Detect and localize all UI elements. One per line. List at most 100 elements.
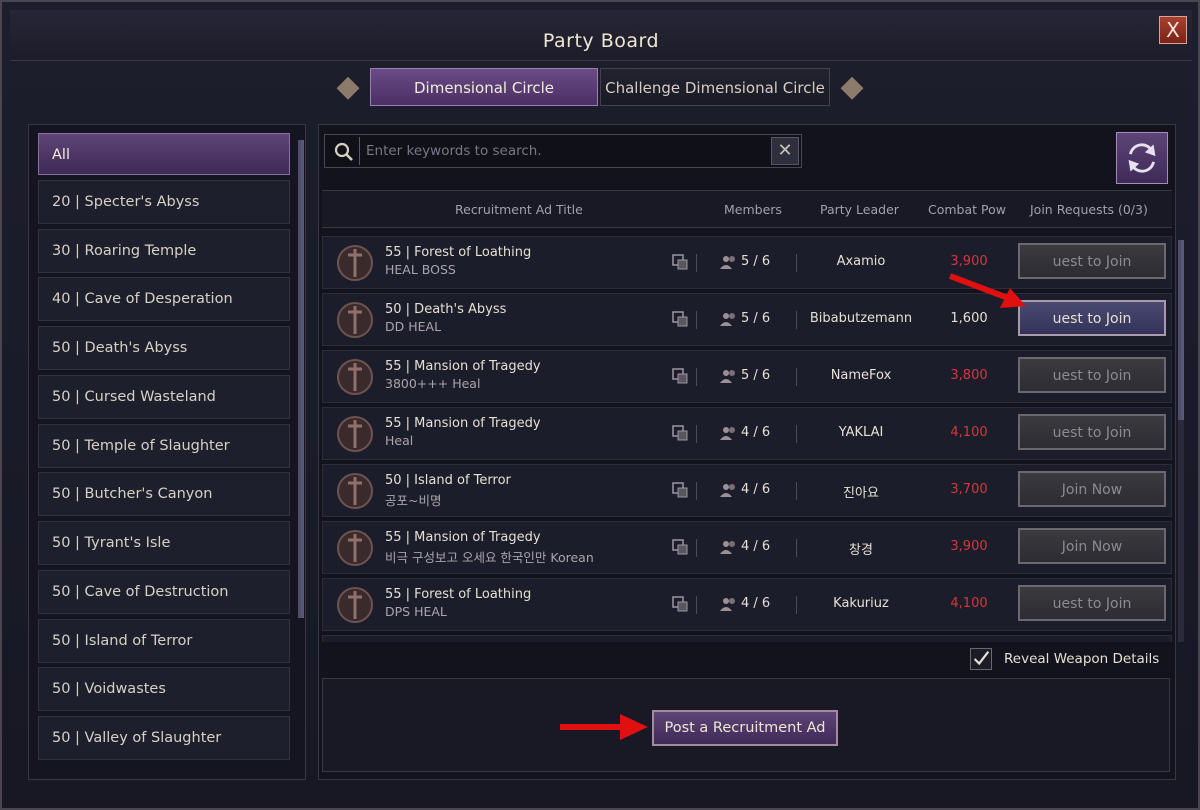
ad-subtitle: HEAL BOSS bbox=[385, 262, 456, 277]
request-to-join-button[interactable]: uest to Join bbox=[1018, 585, 1166, 621]
sidebar-item[interactable]: 50 | Cursed Wasteland bbox=[38, 375, 290, 419]
reveal-weapon-checkbox[interactable] bbox=[970, 648, 992, 670]
refresh-button[interactable] bbox=[1116, 132, 1168, 184]
party-leader-name: Axamio bbox=[836, 254, 886, 269]
divider bbox=[696, 425, 697, 443]
sidebar-item[interactable]: 50 | Voidwastes bbox=[38, 667, 290, 711]
ad-subtitle: 공포~비명 bbox=[385, 493, 442, 508]
ad-title: 50 | Death's Abyss bbox=[385, 302, 507, 317]
sidebar-item[interactable]: 30 | Roaring Temple bbox=[38, 229, 290, 273]
member-count: 4 / 6 bbox=[741, 596, 771, 611]
combat-power: 3,900 bbox=[950, 254, 988, 269]
table-row[interactable]: 55 | Forest of Loathing DPS HEAL 4 / 6 K… bbox=[322, 578, 1172, 631]
title-bar: Party Board bbox=[10, 10, 1192, 61]
ad-subtitle: 3800+++ Heal bbox=[385, 376, 481, 391]
join-now-button[interactable]: Join Now bbox=[1018, 528, 1166, 564]
divider bbox=[796, 596, 797, 614]
refresh-icon bbox=[1128, 143, 1156, 173]
clear-search-button[interactable]: ✕ bbox=[771, 137, 799, 165]
dungeon-emblem-icon bbox=[337, 416, 373, 452]
header-title: Recruitment Ad Title bbox=[455, 202, 583, 217]
member-count: 4 / 6 bbox=[741, 539, 771, 554]
weapon-details-icon[interactable] bbox=[672, 425, 688, 441]
tab-challenge-dimensional-circle[interactable]: Challenge Dimensional Circle bbox=[600, 68, 830, 106]
divider bbox=[696, 596, 697, 614]
weapon-details-icon[interactable] bbox=[672, 596, 688, 612]
sidebar-item[interactable]: 50 | Death's Abyss bbox=[38, 326, 290, 370]
annotation-arrow-icon bbox=[560, 714, 648, 740]
checkmark-icon bbox=[973, 651, 990, 666]
tab-dimensional-circle[interactable]: Dimensional Circle bbox=[370, 68, 598, 106]
sidebar-item[interactable]: 50 | Tyrant's Isle bbox=[38, 521, 290, 565]
sidebar-item[interactable]: 50 | Cave of Destruction bbox=[38, 570, 290, 614]
request-to-join-button[interactable]: uest to Join bbox=[1018, 300, 1166, 336]
members-icon bbox=[720, 313, 735, 326]
table-row[interactable]: 50 | Death's Abyss DD HEAL 5 / 6 Bibabut… bbox=[322, 293, 1172, 346]
party-leader-name: NameFox bbox=[830, 368, 892, 383]
reveal-weapon-toggle[interactable]: Reveal Weapon Details bbox=[970, 648, 1170, 672]
sidebar-item[interactable]: 20 | Specter's Abyss bbox=[38, 180, 290, 224]
member-count: 5 / 6 bbox=[741, 311, 771, 326]
party-leader-name: Kakuriuz bbox=[833, 596, 889, 611]
divider bbox=[796, 482, 797, 500]
post-recruitment-ad-button[interactable]: Post a Recruitment Ad bbox=[652, 710, 838, 746]
members-icon bbox=[720, 484, 735, 497]
ad-title: 55 | Forest of Loathing bbox=[385, 245, 532, 260]
member-count: 5 / 6 bbox=[741, 368, 771, 383]
weapon-details-icon[interactable] bbox=[672, 368, 688, 384]
weapon-details-icon[interactable] bbox=[672, 254, 688, 270]
search-input[interactable] bbox=[359, 137, 763, 165]
sidebar-item[interactable]: 50 | Valley of Slaughter bbox=[38, 716, 290, 760]
sidebar-scrollbar-thumb[interactable] bbox=[298, 140, 304, 618]
member-count: 5 / 6 bbox=[741, 254, 771, 269]
dungeon-emblem-icon bbox=[337, 587, 373, 623]
members-icon bbox=[720, 256, 735, 269]
weapon-details-icon[interactable] bbox=[672, 539, 688, 555]
ad-subtitle: DPS HEAL bbox=[385, 604, 447, 619]
sidebar-item-all[interactable]: All bbox=[38, 133, 290, 175]
members-icon bbox=[720, 541, 735, 554]
table-row[interactable]: 55 | Mansion of Tragedy 3800+++ Heal 5 /… bbox=[322, 350, 1172, 403]
sidebar-item[interactable]: 50 | Island of Terror bbox=[38, 619, 290, 663]
divider bbox=[696, 254, 697, 272]
members-icon bbox=[720, 598, 735, 611]
table-row[interactable]: 50 | Island of Terror 공포~비명 4 / 6 진아요 3,… bbox=[322, 464, 1172, 517]
party-leader-name: Bibabutzemann bbox=[809, 311, 913, 326]
sidebar-item[interactable]: 50 | Butcher's Canyon bbox=[38, 472, 290, 516]
table-row[interactable]: 55 | Mansion of Tragedy 비극 구성보고 오세요 한국인만… bbox=[322, 521, 1172, 574]
close-button[interactable]: X bbox=[1159, 16, 1187, 44]
dungeon-emblem-icon bbox=[337, 473, 373, 509]
combat-power: 4,100 bbox=[950, 596, 988, 611]
list-scrollbar-thumb[interactable] bbox=[1178, 240, 1184, 420]
party-leader-name: YAKLAI bbox=[838, 425, 884, 440]
request-to-join-button[interactable]: uest to Join bbox=[1018, 243, 1166, 279]
request-to-join-button[interactable]: uest to Join bbox=[1018, 414, 1166, 450]
dungeon-emblem-icon bbox=[337, 245, 373, 281]
join-now-button[interactable]: Join Now bbox=[1018, 471, 1166, 507]
weapon-details-icon[interactable] bbox=[672, 482, 688, 498]
request-to-join-button[interactable]: uest to Join bbox=[1018, 357, 1166, 393]
table-row-partial[interactable] bbox=[322, 635, 1172, 642]
tab-right-ornament-icon: ◆ bbox=[840, 69, 864, 104]
table-header: Recruitment Ad Title Members Party Leade… bbox=[322, 190, 1172, 228]
dungeon-emblem-icon bbox=[337, 359, 373, 395]
tab-left-ornament-icon: ◆ bbox=[336, 69, 360, 104]
divider bbox=[796, 539, 797, 557]
combat-power: 1,600 bbox=[950, 311, 988, 326]
weapon-details-icon[interactable] bbox=[672, 311, 688, 327]
party-list: 55 | Forest of Loathing HEAL BOSS 5 / 6 … bbox=[322, 236, 1172, 642]
ad-title: 55 | Forest of Loathing bbox=[385, 587, 532, 602]
ad-subtitle: Heal bbox=[385, 433, 414, 448]
divider bbox=[696, 539, 697, 557]
divider bbox=[696, 311, 697, 329]
divider bbox=[796, 368, 797, 386]
table-row[interactable]: 55 | Forest of Loathing HEAL BOSS 5 / 6 … bbox=[322, 236, 1172, 289]
tab-bar: ◆ Dimensional Circle Challenge Dimension… bbox=[328, 66, 872, 110]
sidebar-item[interactable]: 40 | Cave of Desperation bbox=[38, 277, 290, 321]
sidebar-item[interactable]: 50 | Temple of Slaughter bbox=[38, 424, 290, 468]
window-title: Party Board bbox=[542, 30, 660, 52]
ad-title: 50 | Island of Terror bbox=[385, 473, 511, 488]
table-row[interactable]: 55 | Mansion of Tragedy Heal 4 / 6 YAKLA… bbox=[322, 407, 1172, 460]
combat-power: 3,800 bbox=[950, 368, 988, 383]
header-join-requests: Join Requests (0/3) bbox=[1030, 202, 1148, 217]
